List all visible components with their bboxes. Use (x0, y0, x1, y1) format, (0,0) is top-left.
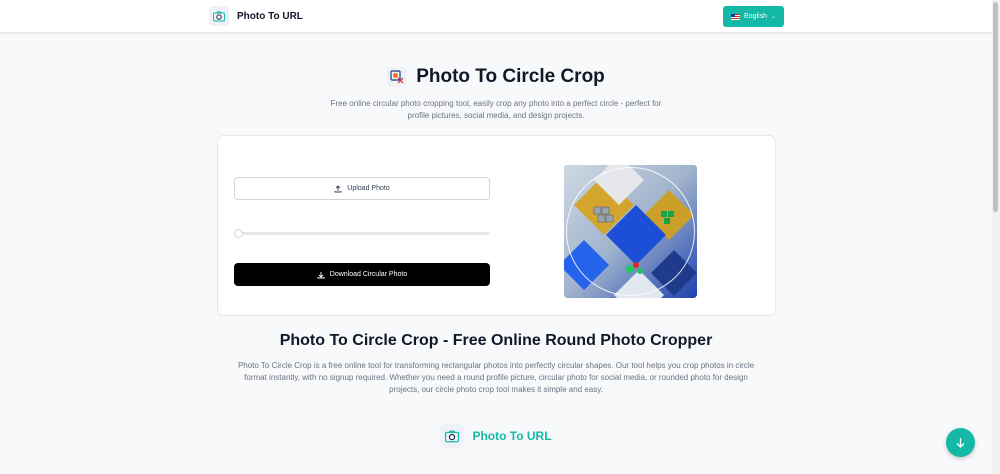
upload-photo-button[interactable]: Upload Photo (234, 177, 490, 200)
footer-brand[interactable]: Photo To URL (0, 424, 992, 448)
circle-crop-preview-image[interactable] (564, 165, 697, 298)
language-label: English (744, 13, 767, 20)
page-description: Free online circular photo cropping tool… (330, 99, 662, 120)
page-title: Photo To Circle Crop (416, 66, 605, 87)
page-scrollbar[interactable] (992, 0, 1000, 474)
download-icon (317, 271, 325, 278)
scroll-down-button[interactable] (946, 428, 975, 457)
upload-icon (334, 184, 342, 192)
us-flag-icon (731, 13, 740, 20)
upload-photo-label: Upload Photo (347, 185, 390, 192)
brand[interactable]: Photo To URL (209, 6, 303, 26)
download-circular-photo-label: Download Circular Photo (329, 271, 408, 278)
preview-artwork (564, 165, 697, 298)
crop-size-slider[interactable] (235, 232, 490, 235)
page-scrollbar-thumb[interactable] (993, 2, 998, 212)
download-circular-photo-button[interactable]: Download Circular Photo (234, 263, 490, 286)
page-title-row: Photo To Circle Crop (0, 66, 992, 88)
chevron-down-icon: ⌄ (770, 13, 776, 20)
site-header: Photo To URL English ⌄ (0, 0, 992, 33)
photo-camera-icon (209, 6, 229, 26)
arrow-down-icon (956, 438, 965, 448)
circle-crop-icon (387, 67, 408, 87)
photo-camera-icon (440, 424, 465, 448)
section-description: Photo To Circle Crop is a free online to… (237, 361, 755, 394)
footer-brand-name: Photo To URL (472, 429, 552, 443)
brand-name: Photo To URL (237, 10, 303, 22)
crop-size-slider-handle[interactable] (234, 229, 243, 238)
language-selector[interactable]: English ⌄ (723, 6, 784, 27)
section-title: Photo To Circle Crop - Free Online Round… (279, 332, 713, 349)
